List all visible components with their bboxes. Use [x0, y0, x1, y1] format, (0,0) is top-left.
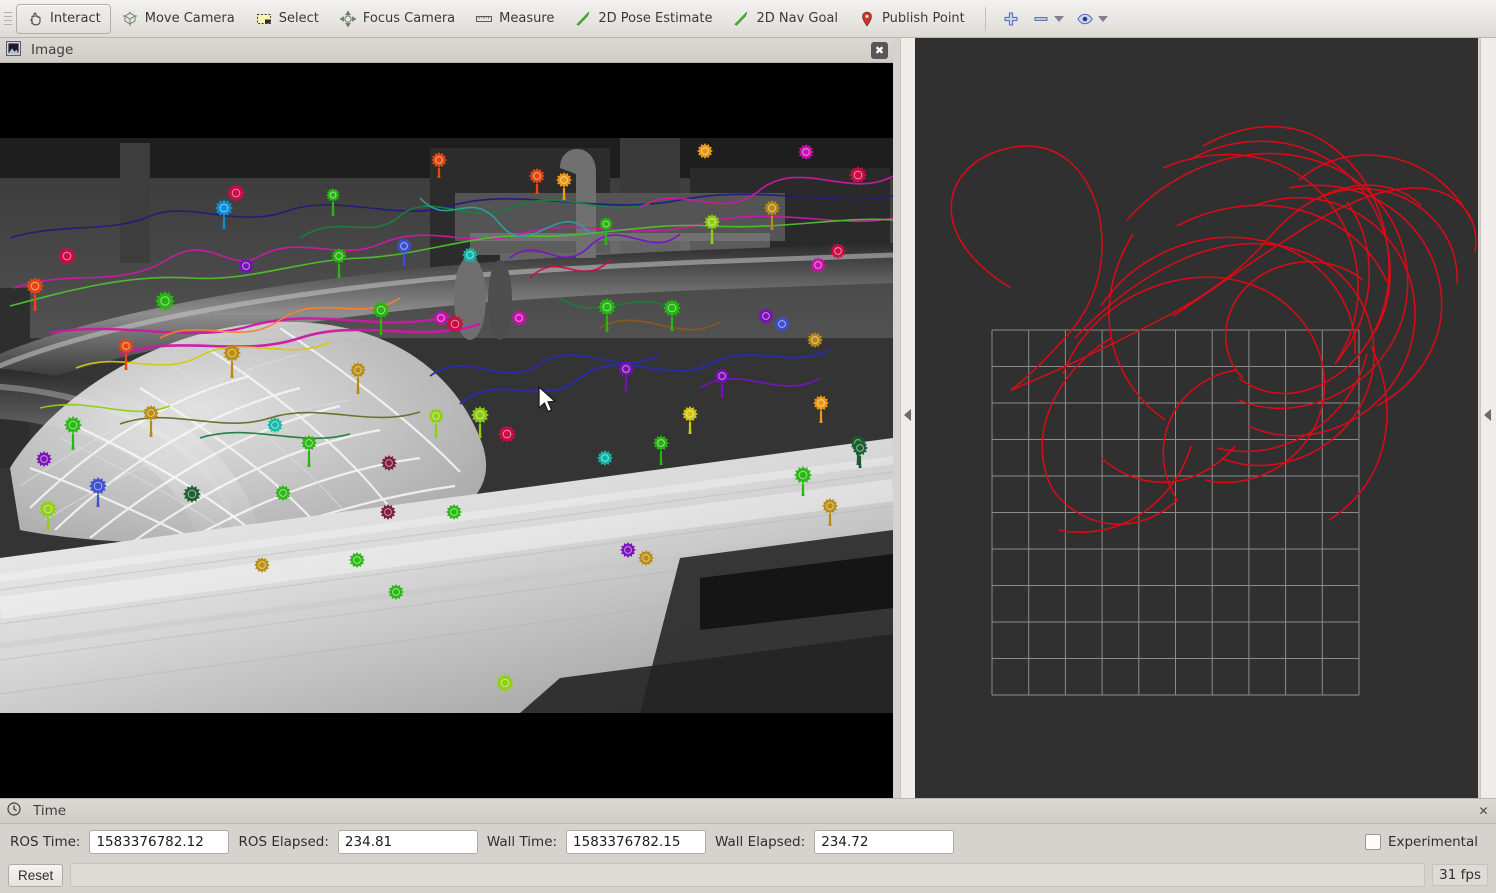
tool-measure[interactable]: Measure	[465, 4, 564, 34]
image-canvas[interactable]	[0, 63, 893, 798]
tool-measure-label: Measure	[499, 11, 555, 26]
tool-interact[interactable]: Interact	[16, 3, 111, 34]
status-row: Reset 31 fps	[0, 860, 1496, 890]
reset-button[interactable]: Reset	[8, 863, 64, 887]
image-display-icon	[6, 41, 24, 59]
image-panel-titlebar: Image ✖	[0, 38, 893, 63]
wall-time-label: Wall Time:	[486, 834, 558, 850]
rviz-window: Interact Move Camera Select Focus Camera…	[0, 0, 1496, 893]
image-display-panel: Image ✖	[0, 38, 893, 798]
close-icon[interactable]: ✖	[871, 42, 888, 59]
toolbar-drag-handle[interactable]	[4, 8, 14, 30]
add-display-button[interactable]	[996, 5, 1026, 33]
tool-2d-pose-estimate[interactable]: 2D Pose Estimate	[564, 4, 722, 34]
wall-elapsed-label: Wall Elapsed:	[715, 834, 806, 850]
time-fields-row: ROS Time: ROS Elapsed: Wall Time: Wall E…	[0, 824, 1496, 860]
fps-indicator: 31 fps	[1432, 864, 1488, 886]
minus-icon	[1032, 10, 1050, 28]
camera-image	[0, 138, 893, 713]
hand-icon	[26, 10, 44, 28]
wall-time-input[interactable]	[566, 830, 707, 854]
tool-move-camera-label: Move Camera	[144, 11, 235, 26]
move-camera-icon	[121, 10, 139, 28]
nav-goal-arrow-icon	[732, 10, 750, 28]
left-splitter-handle[interactable]	[900, 38, 916, 798]
splitter-arrow-icon	[904, 409, 911, 421]
right-splitter-handle[interactable]	[1480, 38, 1496, 798]
chevron-down-icon[interactable]	[1097, 15, 1108, 22]
image-panel-title: Image	[31, 42, 74, 58]
experimental-checkbox-wrap[interactable]: Experimental	[1364, 834, 1486, 850]
eye-icon	[1076, 10, 1094, 28]
tool-move-camera[interactable]: Move Camera	[111, 4, 245, 34]
camera-image-content	[0, 138, 893, 713]
chevron-down-icon[interactable]	[1053, 15, 1064, 22]
tool-2d-nav-goal[interactable]: 2D Nav Goal	[722, 4, 848, 34]
splitter-arrow-icon	[1484, 409, 1491, 421]
time-panel: Time ✕ ROS Time: ROS Elapsed: Wall Time:…	[0, 798, 1496, 893]
clock-icon	[7, 802, 25, 820]
wall-elapsed-input[interactable]	[814, 830, 955, 854]
main-toolbar: Interact Move Camera Select Focus Camera…	[0, 0, 1496, 38]
experimental-checkbox[interactable]	[1364, 834, 1381, 850]
tool-interact-label: Interact	[50, 11, 101, 26]
focus-camera-icon	[339, 9, 357, 28]
remove-display-button[interactable]	[1026, 5, 1070, 33]
3d-render-view[interactable]	[915, 38, 1478, 798]
toolbar-separator	[984, 6, 986, 31]
time-panel-title: Time	[33, 803, 67, 819]
tool-select[interactable]: Select	[245, 4, 329, 34]
time-panel-titlebar: Time ✕	[0, 799, 1496, 824]
status-bar	[70, 863, 1426, 887]
tool-2d-nav-goal-label: 2D Nav Goal	[756, 11, 839, 26]
ruler-icon	[475, 10, 493, 28]
map-pin-icon	[858, 10, 876, 28]
tool-select-label: Select	[278, 11, 319, 26]
tool-publish-point[interactable]: Publish Point	[848, 4, 975, 34]
pose-arrow-icon	[574, 10, 592, 28]
tool-publish-point-label: Publish Point	[882, 11, 965, 26]
experimental-label: Experimental	[1387, 834, 1478, 850]
visibility-button[interactable]	[1070, 5, 1114, 33]
ros-time-label: ROS Time:	[10, 834, 81, 850]
close-icon[interactable]: ✕	[1477, 805, 1490, 818]
tool-focus-camera[interactable]: Focus Camera	[329, 4, 465, 34]
ros-time-input[interactable]	[89, 830, 230, 854]
tool-focus-camera-label: Focus Camera	[362, 11, 456, 26]
plus-icon	[1002, 10, 1020, 28]
select-rect-icon	[255, 10, 273, 28]
3d-scene	[915, 38, 1478, 798]
tool-2d-pose-estimate-label: 2D Pose Estimate	[598, 11, 713, 26]
3d-background	[915, 38, 1478, 798]
ros-elapsed-input[interactable]	[337, 830, 478, 854]
ros-elapsed-label: ROS Elapsed:	[238, 834, 329, 850]
